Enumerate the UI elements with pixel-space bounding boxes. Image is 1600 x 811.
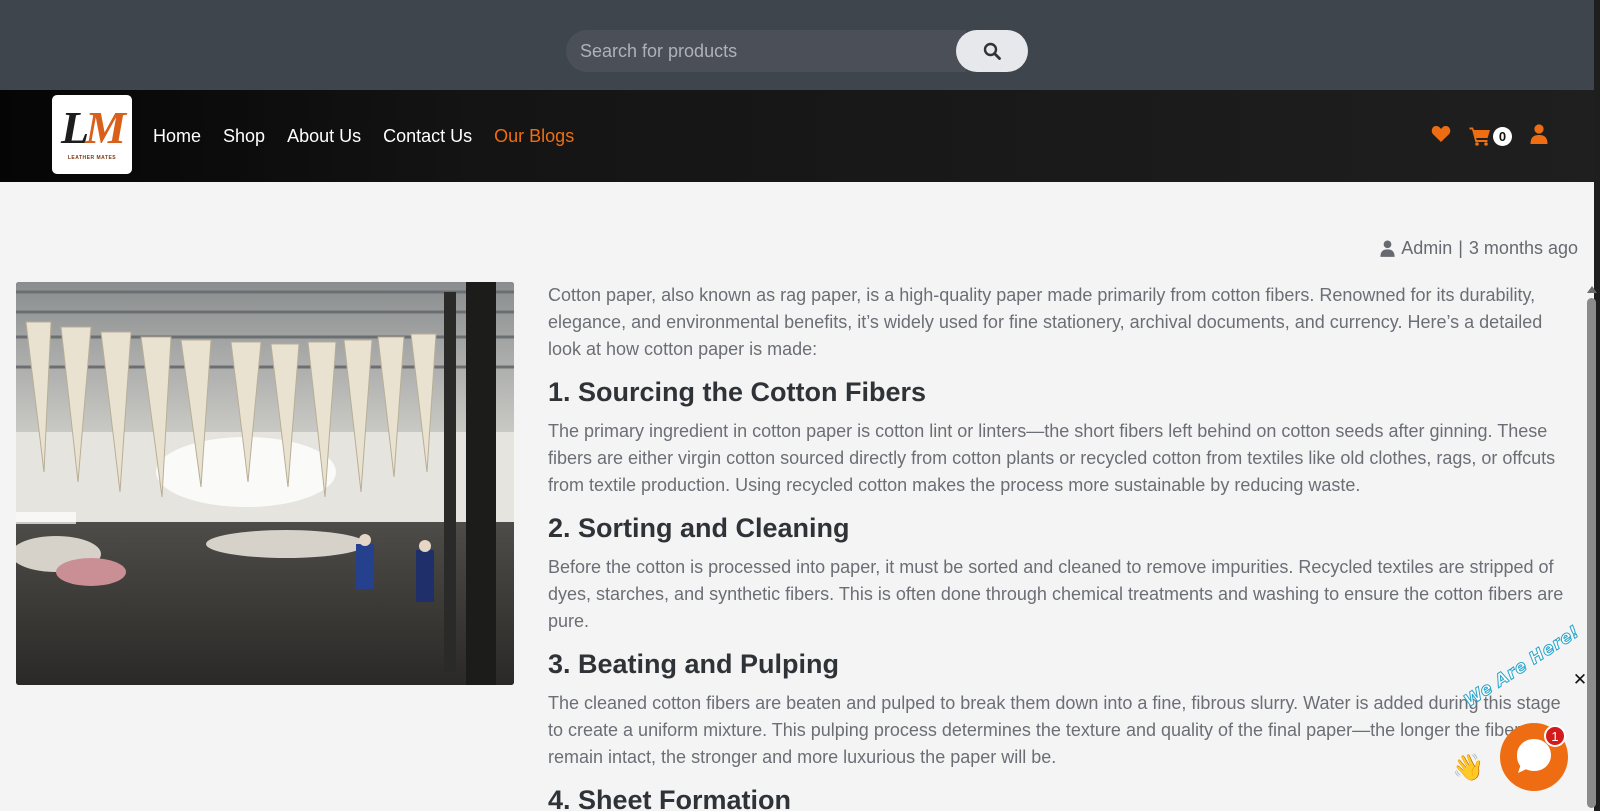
- article-scrollbar[interactable]: [1582, 282, 1600, 811]
- nav-our-blogs[interactable]: Our Blogs: [494, 126, 574, 147]
- logo-mark: LM: [61, 102, 126, 153]
- search-button[interactable]: [956, 30, 1028, 72]
- nav-icons: 0: [1431, 90, 1548, 182]
- post-image: [16, 282, 514, 685]
- chat-unread-badge: 1: [1544, 725, 1566, 747]
- account-button[interactable]: [1530, 123, 1548, 149]
- post-meta: Admin | 3 months ago: [1380, 238, 1578, 259]
- warehouse-photo: [16, 282, 514, 685]
- scroll-thumb[interactable]: [1587, 298, 1596, 808]
- nav-about-us[interactable]: About Us: [287, 126, 361, 147]
- cart-button[interactable]: 0: [1469, 126, 1512, 146]
- wishlist-button[interactable]: [1431, 125, 1451, 148]
- logo-tagline: LEATHER MATES: [67, 155, 117, 161]
- section-heading: 2. Sorting and Cleaning: [548, 513, 850, 543]
- section-body: Before the cotton is processed into pape…: [548, 557, 1564, 631]
- nav-shop[interactable]: Shop: [223, 126, 265, 147]
- section-body: The cleaned cotton fibers are beaten and…: [548, 693, 1561, 767]
- chat-close-button[interactable]: ✕: [1572, 671, 1588, 688]
- main-navbar: LM LEATHER MATES Home Shop About Us Cont…: [0, 90, 1600, 182]
- post-author: Admin: [1401, 238, 1453, 258]
- article-intro: Cotton paper, also known as rag paper, i…: [548, 285, 1543, 359]
- post-time: 3 months ago: [1468, 238, 1578, 258]
- section-heading: 4. Sheet Formation: [548, 785, 792, 811]
- meta-separator: |: [1458, 238, 1463, 258]
- section-body: The primary ingredient in cotton paper i…: [548, 421, 1556, 495]
- user-icon: [1530, 123, 1548, 144]
- section-heading: 3. Beating and Pulping: [548, 649, 840, 679]
- waving-hand-icon: 👋: [1452, 752, 1485, 782]
- nav-home[interactable]: Home: [153, 126, 201, 147]
- heart-icon: [1431, 125, 1451, 142]
- cart-icon: [1469, 127, 1490, 146]
- cart-count-badge: 0: [1493, 126, 1512, 146]
- scroll-up-arrow-icon[interactable]: [1587, 286, 1597, 293]
- blog-article: Cotton paper, also known as rag paper, i…: [548, 282, 1564, 811]
- nav-contact-us[interactable]: Contact Us: [383, 126, 472, 147]
- section-heading: 1. Sourcing the Cotton Fibers: [548, 377, 927, 407]
- search-input[interactable]: [566, 30, 966, 72]
- user-icon: [1380, 240, 1395, 257]
- top-search-bar: [0, 0, 1600, 90]
- nav-links: Home Shop About Us Contact Us Our Blogs: [153, 90, 596, 182]
- search-icon: [983, 42, 1001, 60]
- logo[interactable]: LM LEATHER MATES: [52, 95, 132, 174]
